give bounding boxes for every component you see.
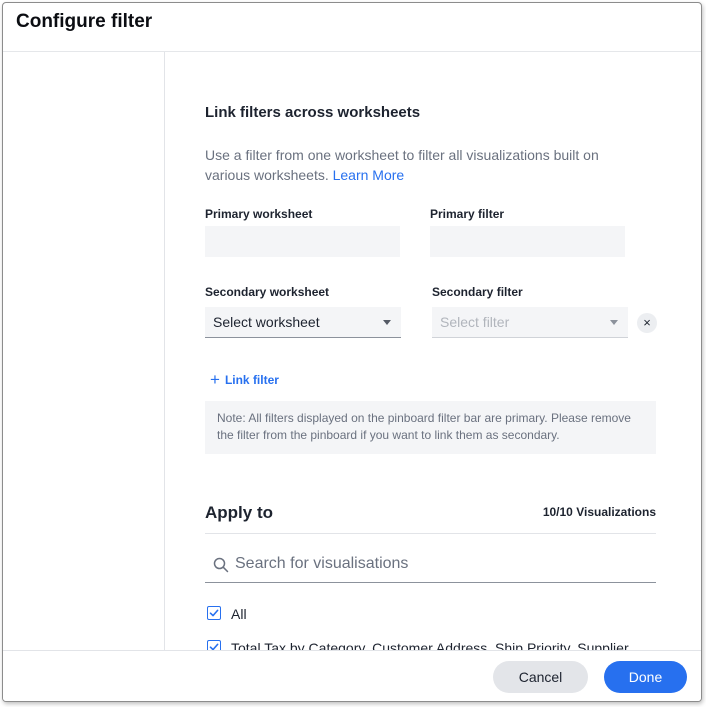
checkbox-visualization[interactable] (207, 640, 221, 650)
apply-to-title: Apply to (205, 503, 273, 522)
checkmark-icon (209, 643, 219, 650)
secondary-filter-select[interactable]: Select filter (432, 307, 628, 338)
dialog-content: Link filters across worksheets Use a fil… (165, 52, 701, 650)
learn-more-link[interactable]: Learn More (333, 167, 405, 183)
checkbox-visualization-label: Total Tax by Category, Customer Address,… (231, 640, 647, 650)
secondary-worksheet-label: Secondary worksheet (205, 285, 330, 299)
search-placeholder: Search for visualisations (235, 555, 409, 572)
checkbox-all[interactable] (207, 606, 221, 620)
primary-filter-label: Primary filter (430, 207, 505, 221)
visualization-count: 10/10 Visualizations (542, 505, 656, 519)
primary-filter-field (430, 226, 625, 257)
left-nav-pane (3, 52, 165, 650)
close-icon[interactable]: × (637, 313, 657, 333)
link-filter-button[interactable]: + Link filter (210, 369, 279, 389)
caret-down-icon (610, 320, 618, 325)
done-button[interactable]: Done (604, 661, 687, 693)
checkmark-icon (209, 609, 219, 617)
secondary-filter-note: Note: All filters displayed on the pinbo… (205, 401, 656, 454)
link-section-description: Use a filter from one worksheet to filte… (205, 145, 635, 185)
dialog-footer: Cancel Done (3, 650, 701, 701)
cancel-button[interactable]: Cancel (493, 661, 588, 693)
plus-icon: + (210, 370, 220, 389)
link-section-title: Link filters across worksheets (205, 104, 421, 121)
secondary-worksheet-value: Select worksheet (213, 314, 320, 330)
search-icon (213, 557, 229, 578)
dialog-title: Configure filter (16, 11, 153, 32)
configure-filter-dialog: Configure filter Link filters across wor… (2, 2, 702, 702)
link-filter-label: Link filter (224, 373, 279, 387)
primary-worksheet-label: Primary worksheet (205, 207, 313, 221)
secondary-filter-label: Secondary filter (432, 285, 523, 299)
dialog-header: Configure filter (3, 3, 701, 52)
secondary-worksheet-select[interactable]: Select worksheet (205, 307, 401, 338)
secondary-filter-value: Select filter (440, 314, 510, 330)
apply-to-divider (205, 533, 656, 534)
caret-down-icon (383, 320, 391, 325)
visualization-search-input[interactable]: Search for visualisations (205, 547, 656, 583)
primary-worksheet-field (205, 226, 400, 257)
checkbox-all-label: All (231, 606, 247, 622)
